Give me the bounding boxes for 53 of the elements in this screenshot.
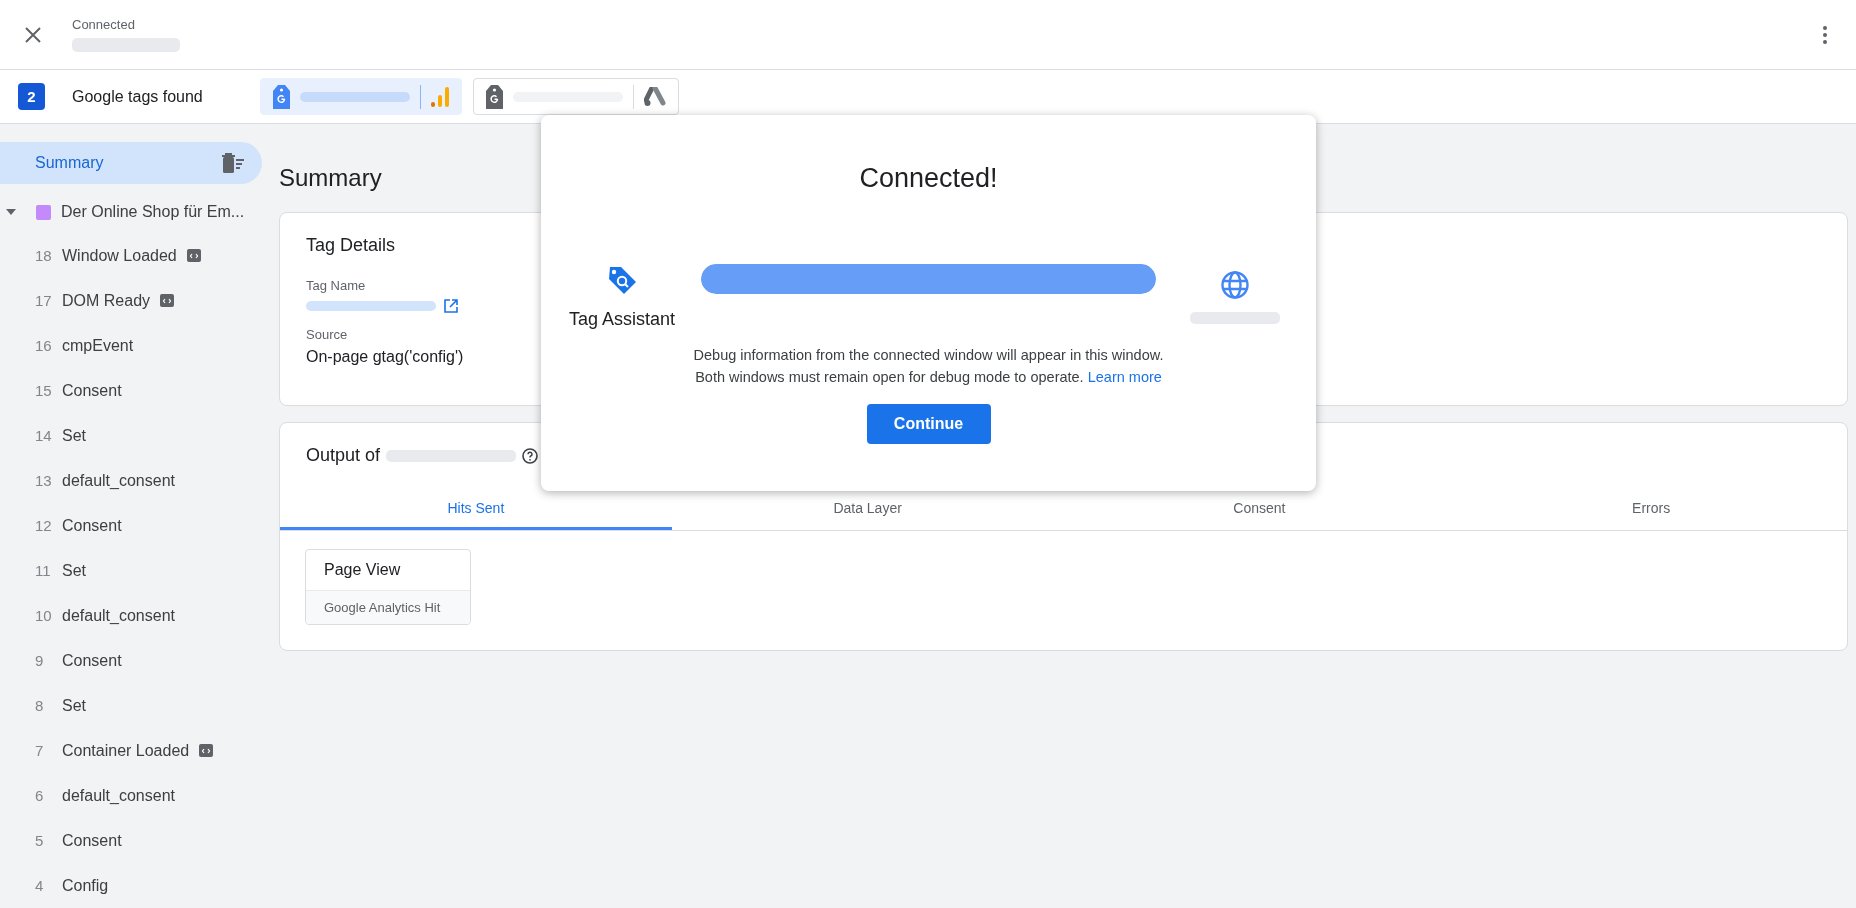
clear-list-icon <box>222 153 244 173</box>
field-value: On-page gtag('config') <box>306 348 464 366</box>
more-icon <box>1823 25 1827 44</box>
triangle-logo-icon <box>644 86 666 107</box>
event-item[interactable]: 16 cmpEvent <box>0 323 262 368</box>
tag-count-badge: 2 <box>18 83 45 110</box>
event-item[interactable]: 7 Container Loaded <box>0 728 262 773</box>
container-label: Der Online Shop für Em... <box>61 203 245 221</box>
field-label: Source <box>306 327 348 342</box>
hit-card[interactable]: Page View Google Analytics Hit <box>305 549 471 625</box>
tags-found-label: Google tags found <box>72 87 204 106</box>
event-item[interactable]: 15 Consent <box>0 368 262 413</box>
event-item[interactable]: 18 Window Loaded <box>0 233 262 278</box>
output-tab[interactable]: Consent <box>1063 488 1456 530</box>
code-icon <box>199 744 214 757</box>
event-item[interactable]: 12 Consent <box>0 503 262 548</box>
connection-status: Connected <box>72 17 136 32</box>
event-item[interactable]: 4 Config <box>0 863 262 908</box>
output-tab[interactable]: Data Layer <box>671 488 1064 530</box>
event-item[interactable]: 11 Set <box>0 548 262 593</box>
code-icon <box>186 249 201 262</box>
continue-button[interactable]: Continue <box>866 404 991 444</box>
hit-type: Google Analytics Hit <box>306 591 470 624</box>
event-item[interactable]: 13 default_consent <box>0 458 262 503</box>
card-title: Output of <box>306 445 381 466</box>
container-item[interactable]: Der Online Shop für Em... <box>0 191 262 233</box>
endpoint-label: Tag Assistant <box>568 308 676 330</box>
event-item[interactable]: 5 Consent <box>0 818 262 863</box>
help-icon[interactable] <box>522 447 539 464</box>
event-item[interactable]: 9 Consent <box>0 638 262 683</box>
tag-search-icon <box>606 264 638 297</box>
page-title: Summary <box>279 164 382 192</box>
dialog-title: Connected! <box>859 163 998 194</box>
learn-more-link[interactable]: Learn more <box>1087 369 1162 385</box>
event-item[interactable]: 6 default_consent <box>0 773 262 818</box>
globe-icon <box>1220 270 1250 300</box>
field-label: Tag Name <box>306 278 366 293</box>
bar-chart-icon <box>431 86 449 107</box>
event-item[interactable]: 8 Set <box>0 683 262 728</box>
tag-chip[interactable] <box>473 78 679 115</box>
tag-icon <box>486 84 503 109</box>
dialog-message: Debug information from the connected window will appear in this window. Both windows must remain open for debug mode to operate. Learn more <box>693 346 1164 387</box>
close-icon <box>24 25 42 44</box>
tag-chip[interactable] <box>260 78 462 115</box>
open-in-new-icon[interactable] <box>444 299 458 313</box>
sidebar-item[interactable]: Summary <box>0 142 262 184</box>
code-icon <box>160 294 175 307</box>
event-item[interactable]: 10 default_consent <box>0 593 262 638</box>
card-title: Tag Details <box>306 235 396 256</box>
tag-icon <box>273 84 290 109</box>
output-tab[interactable]: Errors <box>1455 488 1847 530</box>
event-item[interactable]: 14 Set <box>0 413 262 458</box>
event-item[interactable]: 17 DOM Ready <box>0 278 262 323</box>
